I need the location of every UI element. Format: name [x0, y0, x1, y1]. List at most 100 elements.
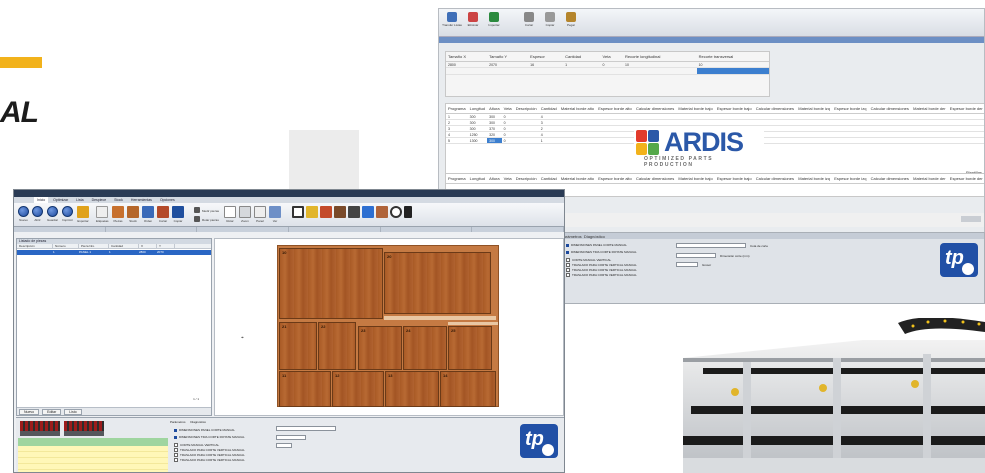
program-queue-list[interactable]	[18, 446, 168, 472]
export-button[interactable]: Exportar	[77, 206, 89, 223]
rotate-button[interactable]: Rotar	[224, 206, 236, 223]
ardis-main-window: Inicio Optimizar Lista Despiece Stock He…	[13, 189, 565, 473]
table-row-selected[interactable]	[446, 67, 769, 75]
toolbar-paste-button[interactable]: Pegar	[562, 12, 580, 27]
cut-size-field[interactable]	[276, 435, 306, 440]
view-button[interactable]: Ver	[269, 206, 281, 223]
labels-icon	[96, 206, 109, 218]
option-row[interactable]: TRASLADO PARA CORTE VERTICAL MANUAL	[566, 263, 637, 267]
table-row-selected[interactable]: 1 PANEL 1 1 2800 2070	[17, 250, 211, 255]
view-icon	[269, 206, 281, 218]
column-header: Espesor borde der	[947, 174, 984, 184]
tab-diagnostics[interactable]: Diagnóstico	[190, 420, 206, 424]
option-row[interactable]: TRASLADO PARA CORTE VERTICAL MANUAL	[174, 453, 245, 457]
new-part-button[interactable]: Nuevo	[19, 409, 40, 415]
export-icon	[77, 206, 89, 218]
shelf-icon	[376, 206, 388, 218]
option-row[interactable]: TRASLADO PARA CORTE VERTICAL MANUAL	[174, 448, 245, 452]
tool-button[interactable]	[320, 206, 332, 218]
board-sheet: 10 20 21 22 23 24 25 11 12 13 14	[277, 245, 499, 407]
column-header: Programa	[446, 104, 468, 114]
zoom-button[interactable]: Zoom	[239, 206, 251, 223]
rotate-view-icon	[224, 206, 236, 218]
order-icon	[142, 206, 154, 218]
option-row[interactable]: DIMENSIONES TIRA CORTE ROTATE MANUAL	[566, 250, 637, 254]
option-row[interactable]: TRASLADO PARA CORTE VERTICAL MANUAL	[566, 268, 637, 272]
thickness-field[interactable]	[676, 262, 698, 267]
option-row[interactable]: TRASLADO PARA CORTE VERTICAL MANUAL	[566, 273, 637, 277]
column-header: Calcular dimensiones	[868, 104, 912, 114]
thickness-field[interactable]	[276, 443, 292, 448]
column-header: Altura	[487, 174, 502, 184]
status-display	[64, 431, 104, 436]
monitor-icon	[362, 206, 374, 218]
option-row[interactable]: TRASLADO PARA CORTE VERTICAL MANUAL	[174, 458, 245, 462]
ribbon-group-bar	[14, 227, 564, 232]
column-header: Cantidad	[109, 244, 139, 248]
part-piece[interactable]: 21	[279, 322, 317, 370]
part-piece[interactable]: 10	[279, 248, 383, 319]
tool-button[interactable]	[362, 206, 374, 218]
tool-button[interactable]	[376, 206, 388, 218]
tab-parameters[interactable]: Parámetros	[170, 420, 186, 424]
status-display	[64, 421, 104, 431]
stock-button[interactable]: Stock	[127, 206, 139, 223]
part-piece[interactable]: 13	[385, 371, 439, 407]
part-piece[interactable]: 12	[332, 371, 384, 407]
part-piece[interactable]: 23	[358, 326, 402, 370]
tool-button[interactable]	[348, 206, 360, 218]
option-row[interactable]: DIMENSIONES PANEL CORTE MANUAL	[566, 243, 627, 247]
print-button[interactable]: Imprimir	[62, 206, 73, 222]
part-piece[interactable]: 11	[279, 371, 331, 407]
toolbar-cut-button[interactable]: Cortar	[520, 12, 538, 27]
copy-button[interactable]: Copiar	[172, 206, 184, 223]
part-piece[interactable]: 14	[440, 371, 496, 407]
tab-diagnostics[interactable]: Diagnóstico	[584, 234, 605, 239]
option-row[interactable]: DIMENSIONES TIRA CORTE ROTATE MANUAL	[174, 435, 245, 439]
done-button[interactable]: Listo	[64, 409, 82, 415]
part-piece[interactable]: 25	[448, 326, 492, 370]
active-program-row[interactable]	[18, 438, 168, 446]
column-header: Espesor borde bajo	[714, 174, 754, 184]
toolbar-copy-button[interactable]: Copiar	[541, 12, 559, 27]
bars-icon	[348, 206, 360, 218]
cut-button[interactable]: Cortar	[157, 206, 169, 223]
cut-size-field[interactable]	[676, 253, 716, 258]
toolbar-transfer-button[interactable]: Transfer Listas	[442, 12, 462, 27]
parts-button[interactable]: Piezas	[112, 206, 124, 223]
parts-icon	[112, 206, 124, 218]
cut-position-slider[interactable]	[276, 426, 336, 431]
labels-button[interactable]: Etiquetas	[96, 206, 109, 223]
tool-button[interactable]	[292, 206, 304, 218]
order-button[interactable]: Orden	[142, 206, 154, 223]
tpa-logo: tp	[520, 424, 558, 458]
status-display	[20, 431, 60, 436]
part-piece[interactable]: 24	[403, 326, 447, 370]
open-button[interactable]: Abrir	[32, 206, 43, 222]
cnc-machine-photo	[683, 318, 985, 473]
toolbar-delete-button[interactable]: Eliminar	[464, 12, 482, 27]
measure-icon	[194, 207, 200, 213]
label: Cota de corte	[750, 244, 769, 248]
column-header: Longitud	[467, 104, 488, 114]
new-button[interactable]: Nuevo	[18, 206, 29, 222]
part-piece[interactable]: 22	[318, 322, 356, 370]
column-header: Cantidad	[563, 52, 601, 62]
cut-position-slider[interactable]	[676, 243, 746, 248]
toolbar-import-button[interactable]: Importar	[485, 12, 503, 27]
tool-button[interactable]	[334, 206, 346, 218]
option-row[interactable]: DIMENSIONES PANEL CORTE MANUAL	[174, 428, 235, 432]
tool-button[interactable]	[390, 206, 402, 218]
measure-parts-button[interactable]: Medir piezas	[194, 207, 219, 213]
option-row[interactable]: CORTE MANUAL VERTICAL	[174, 443, 219, 447]
panel-button[interactable]: Panel	[254, 206, 266, 223]
rotate-parts-button[interactable]: Rotar piezas	[194, 216, 219, 222]
tool-button[interactable]	[306, 206, 318, 218]
save-button[interactable]: Guardar	[47, 206, 58, 222]
option-row[interactable]: CORTE MANUAL VERTICAL	[566, 258, 611, 262]
screenshot-collage: AL Transfer Listas Eliminar Importar Cor…	[0, 0, 985, 473]
part-piece[interactable]: 20	[384, 252, 491, 314]
column-header: Tamaño Y	[487, 52, 529, 62]
edit-part-button[interactable]: Editar	[42, 409, 62, 415]
tool-button[interactable]	[404, 206, 412, 218]
